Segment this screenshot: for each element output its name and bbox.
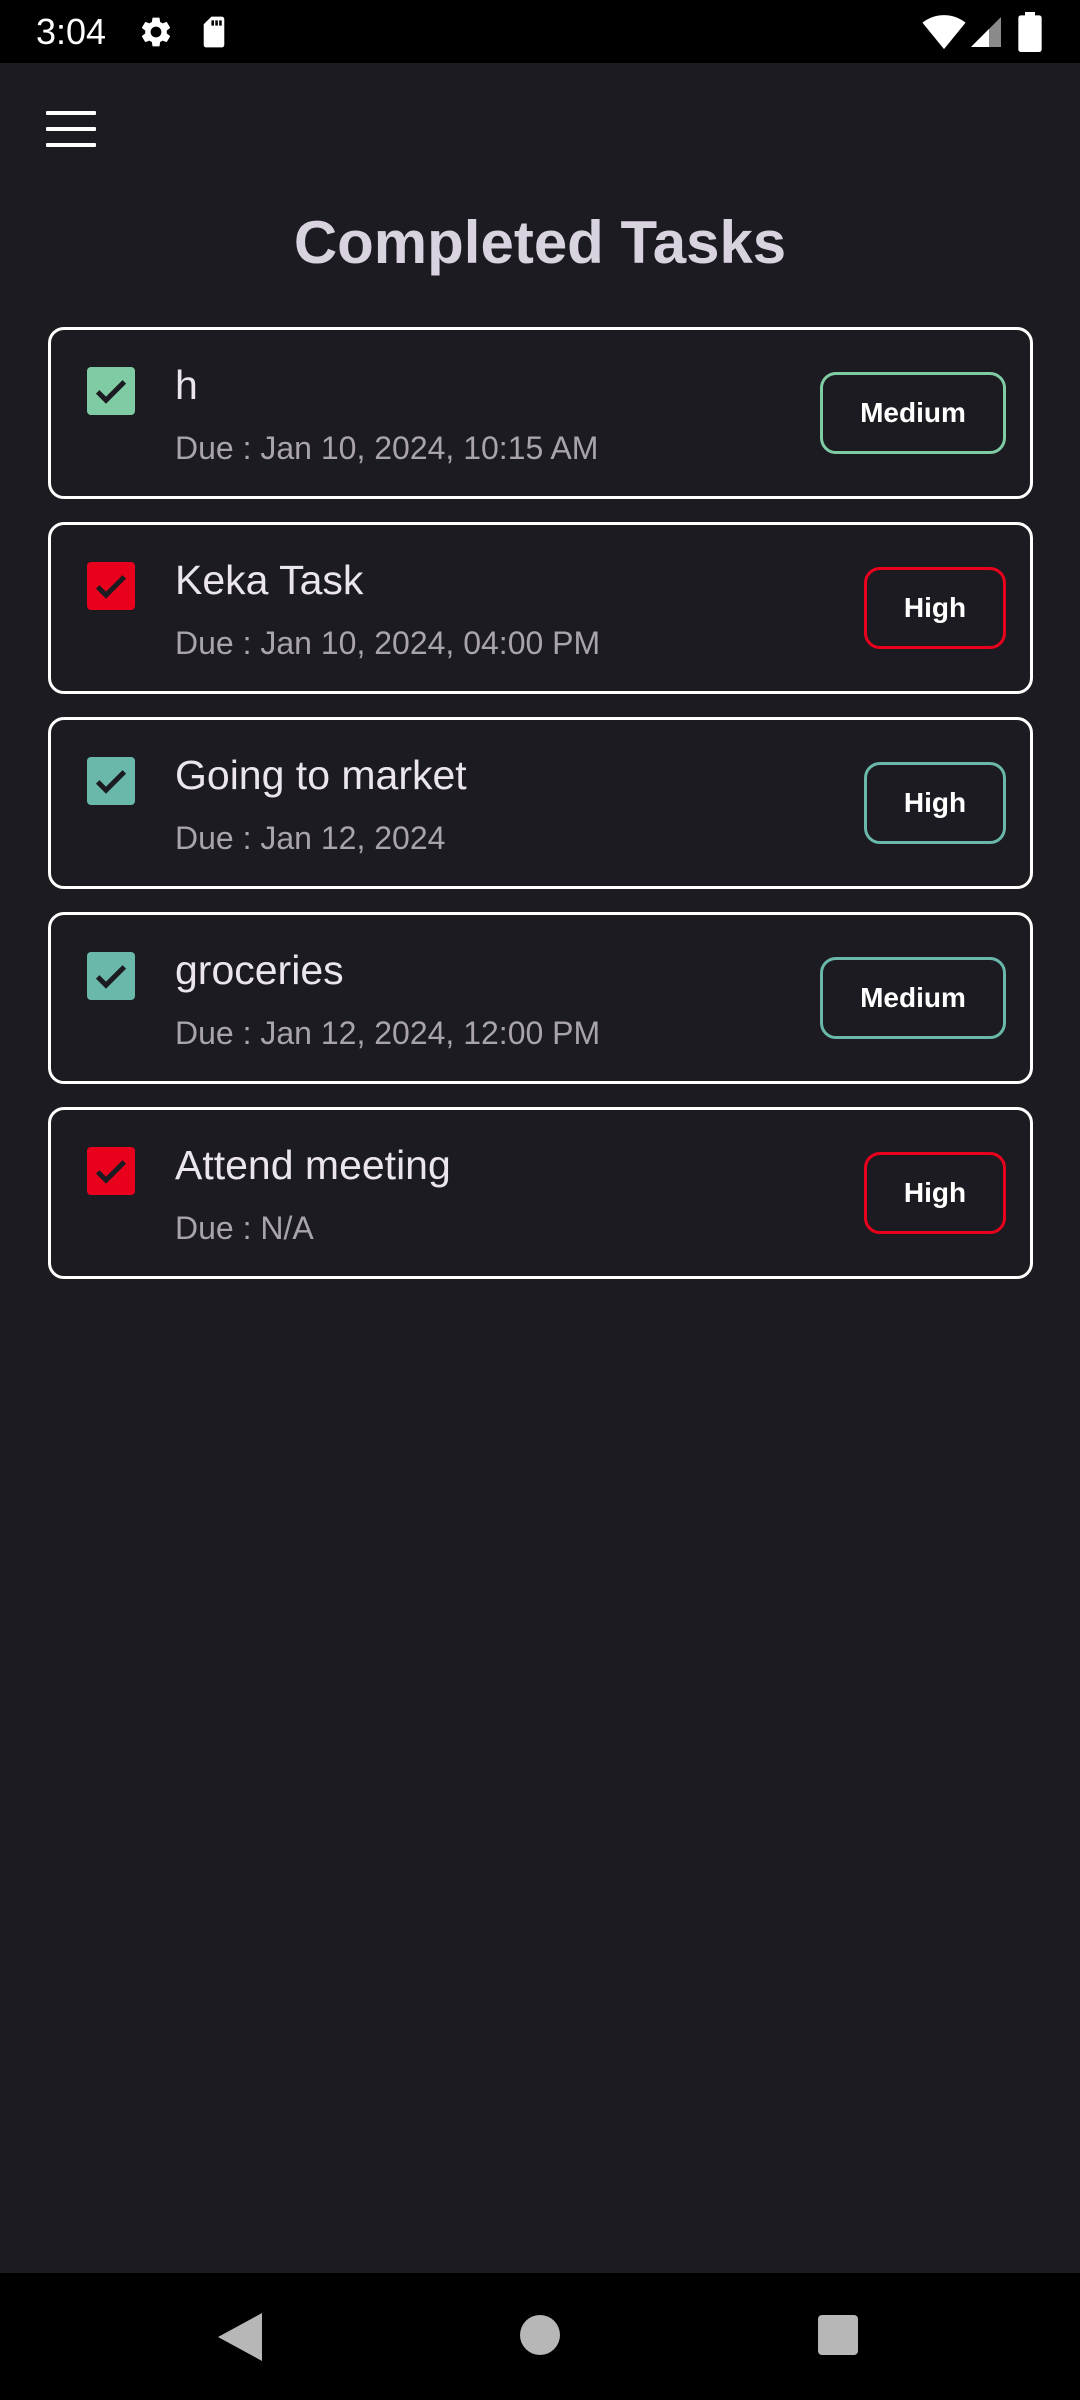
sd-card-icon — [203, 16, 225, 48]
task-list: h Due : Jan 10, 2024, 10:15 AM Medium Ke… — [48, 327, 1033, 1302]
task-due-date: Due : Jan 12, 2024 — [175, 820, 446, 856]
task-checkbox[interactable] — [87, 757, 135, 805]
checkmark-icon — [95, 965, 127, 989]
priority-badge[interactable]: Medium — [820, 957, 1006, 1039]
task-due-date: Due : N/A — [175, 1210, 314, 1246]
task-title: Keka Task — [175, 557, 364, 603]
checkmark-icon — [95, 1160, 127, 1184]
priority-badge[interactable]: High — [864, 762, 1006, 844]
checkmark-icon — [95, 380, 127, 404]
menu-button[interactable] — [36, 101, 108, 157]
task-card[interactable]: Attend meeting Due : N/A High — [48, 1107, 1033, 1279]
back-icon[interactable] — [218, 2313, 262, 2361]
app-screen: Completed Tasks h Due : Jan 10, 2024, 10… — [0, 63, 1080, 2273]
task-title: Going to market — [175, 752, 467, 798]
task-title: Attend meeting — [175, 1142, 451, 1188]
task-checkbox[interactable] — [87, 562, 135, 610]
task-title: h — [175, 362, 198, 408]
task-due-date: Due : Jan 10, 2024, 04:00 PM — [175, 625, 601, 661]
status-bar: 3:04 — [0, 0, 1080, 63]
task-due-date: Due : Jan 12, 2024, 12:00 PM — [175, 1015, 601, 1051]
task-card[interactable]: Keka Task Due : Jan 10, 2024, 04:00 PM H… — [48, 522, 1033, 694]
priority-badge[interactable]: High — [864, 1152, 1006, 1234]
priority-badge[interactable]: High — [864, 567, 1006, 649]
battery-icon — [1018, 12, 1042, 52]
checkmark-icon — [95, 770, 127, 794]
task-title: groceries — [175, 947, 344, 993]
priority-badge[interactable]: Medium — [820, 372, 1006, 454]
task-checkbox[interactable] — [87, 952, 135, 1000]
wifi-icon — [922, 15, 966, 50]
recents-icon[interactable] — [818, 2315, 858, 2355]
task-checkbox[interactable] — [87, 1147, 135, 1195]
task-due-date: Due : Jan 10, 2024, 10:15 AM — [175, 430, 599, 466]
status-time: 3:04 — [36, 11, 107, 52]
signal-icon — [971, 17, 1001, 47]
task-checkbox[interactable] — [87, 367, 135, 415]
task-card[interactable]: h Due : Jan 10, 2024, 10:15 AM Medium — [48, 327, 1033, 499]
gear-icon — [141, 17, 171, 47]
hamburger-menu-icon — [46, 111, 96, 147]
page-title: Completed Tasks — [293, 209, 787, 276]
navigation-bar — [0, 2273, 1080, 2400]
checkmark-icon — [95, 575, 127, 599]
home-icon[interactable] — [520, 2315, 560, 2355]
task-card[interactable]: Going to market Due : Jan 12, 2024 High — [48, 717, 1033, 889]
task-card[interactable]: groceries Due : Jan 12, 2024, 12:00 PM M… — [48, 912, 1033, 1084]
